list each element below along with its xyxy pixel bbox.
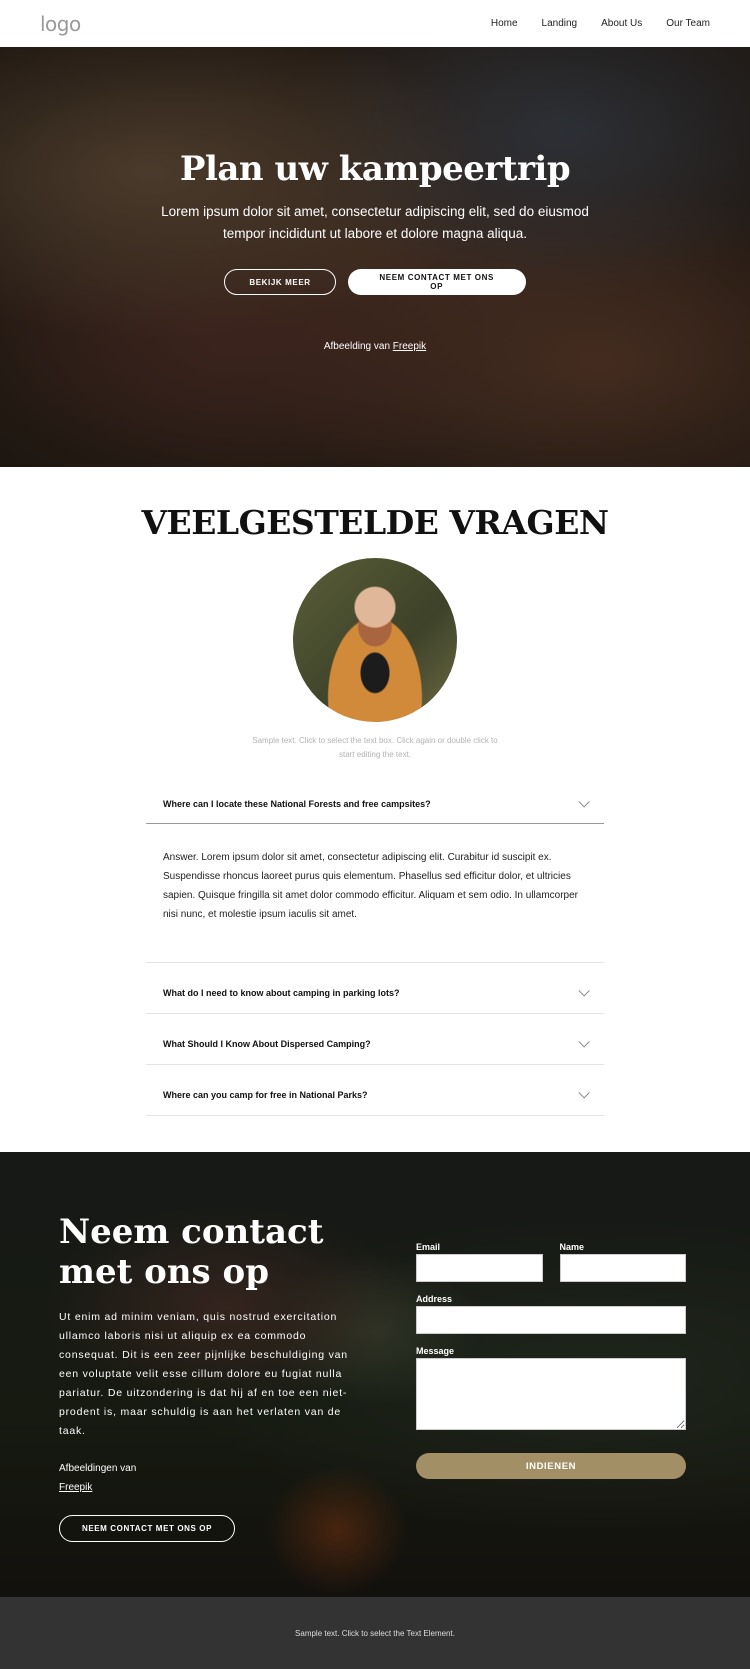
- name-field-group: Name: [559, 1242, 686, 1282]
- faq-question-toggle[interactable]: Where can I locate these National Forest…: [146, 784, 604, 824]
- credit-prefix: Afbeeldingen van: [59, 1463, 137, 1474]
- address-field-group: Address: [416, 1294, 686, 1334]
- freepik-link[interactable]: Freepik: [393, 341, 426, 352]
- form-row: Email Name: [416, 1242, 686, 1294]
- nav-our-team[interactable]: Our Team: [666, 18, 710, 29]
- name-input[interactable]: [559, 1254, 686, 1282]
- faq-question: What do I need to know about camping in …: [163, 988, 400, 998]
- message-textarea[interactable]: [416, 1358, 686, 1430]
- nav-home[interactable]: Home: [491, 18, 518, 29]
- chevron-down-icon: [578, 1036, 590, 1048]
- faq-question-toggle[interactable]: Where can you camp for free in National …: [146, 1075, 604, 1115]
- faq-question: Where can I locate these National Forest…: [163, 798, 431, 809]
- name-label: Name: [559, 1242, 585, 1252]
- contact-image-credit: Afbeeldingen van Freepik: [59, 1459, 359, 1497]
- faq-question: Where can you camp for free in National …: [163, 1090, 368, 1100]
- photographer-avatar: [293, 558, 457, 722]
- nav-landing[interactable]: Landing: [542, 18, 578, 29]
- email-input[interactable]: [416, 1254, 543, 1282]
- faq-question: What Should I Know About Dispersed Campi…: [163, 1039, 371, 1049]
- main-nav: Home Landing About Us Our Team: [467, 18, 710, 29]
- contact-title: Neem contact met ons op: [59, 1212, 324, 1292]
- address-label: Address: [416, 1294, 453, 1304]
- contact-info: Neem contact met ons op Ut enim ad minim…: [59, 1152, 359, 1542]
- freepik-link[interactable]: Freepik: [59, 1482, 92, 1493]
- email-label: Email: [416, 1242, 441, 1252]
- chevron-down-icon: [578, 1087, 590, 1099]
- view-more-button[interactable]: BEKIJK MEER: [224, 269, 336, 295]
- faq-question-toggle[interactable]: What Should I Know About Dispersed Campi…: [146, 1024, 604, 1064]
- contact-us-button[interactable]: NEEM CONTACT MET ONS OP: [59, 1515, 235, 1542]
- submit-button[interactable]: INDIENEN: [416, 1453, 686, 1479]
- message-label: Message: [416, 1346, 455, 1356]
- faq-item: Where can I locate these National Forest…: [146, 784, 604, 963]
- nav-about-us[interactable]: About Us: [601, 18, 642, 29]
- logo[interactable]: logo: [40, 12, 81, 36]
- contact-inner: Neem contact met ons op Ut enim ad minim…: [0, 1152, 750, 1542]
- faq-item: Where can you camp for free in National …: [146, 1075, 604, 1116]
- faq-item: What Should I Know About Dispersed Campi…: [146, 1024, 604, 1065]
- hero-title: Plan uw kampeertrip: [179, 149, 571, 189]
- faq-answer: Answer. Lorem ipsum dolor sit amet, cons…: [163, 852, 579, 920]
- contact-us-button[interactable]: NEEM CONTACT MET ONS OP: [347, 269, 526, 295]
- chevron-down-icon: [578, 795, 590, 808]
- faq-section: VEELGESTELDE VRAGEN Sample text. Click t…: [0, 467, 750, 1152]
- site-footer: Sample text. Click to select the Text El…: [0, 1597, 750, 1669]
- faq-accordion: Where can I locate these National Forest…: [146, 784, 604, 1116]
- site-header: logo Home Landing About Us Our Team: [0, 0, 750, 47]
- contact-form: Email Name Address Message INDIENEN: [416, 1152, 686, 1542]
- hero-section: Plan uw kampeertrip Lorem ipsum dolor si…: [0, 47, 750, 467]
- sample-text: Sample text. Click to select the text bo…: [252, 736, 498, 759]
- hero-buttons: BEKIJK MEER NEEM CONTACT MET ONS OP: [0, 269, 750, 295]
- faq-question-toggle[interactable]: What do I need to know about camping in …: [146, 973, 604, 1013]
- faq-title: VEELGESTELDE VRAGEN: [141, 503, 609, 542]
- hero-content: Plan uw kampeertrip Lorem ipsum dolor si…: [0, 47, 750, 352]
- contact-section: Neem contact met ons op Ut enim ad minim…: [0, 1152, 750, 1597]
- email-field-group: Email: [416, 1242, 543, 1282]
- contact-text: Ut enim ad minim veniam, quis nostrud ex…: [59, 1311, 348, 1437]
- footer-text: Sample text. Click to select the Text El…: [295, 1628, 455, 1638]
- chevron-down-icon: [578, 985, 590, 997]
- hero-subtitle: Lorem ipsum dolor sit amet, consectetur …: [161, 204, 589, 241]
- message-field-group: Message: [416, 1346, 686, 1435]
- credit-prefix: Afbeelding van: [323, 341, 393, 352]
- faq-item: What do I need to know about camping in …: [146, 973, 604, 1014]
- address-input[interactable]: [416, 1306, 686, 1334]
- hero-image-credit: Afbeelding van Freepik: [0, 341, 750, 352]
